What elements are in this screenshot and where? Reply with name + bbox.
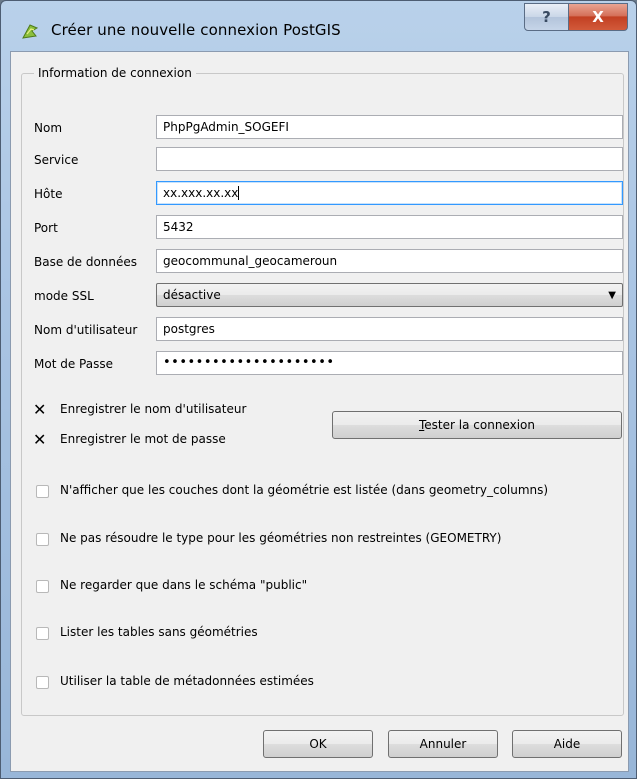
ok-button[interactable]: OK bbox=[263, 730, 373, 758]
groupbox-title: Information de connexion bbox=[34, 66, 196, 80]
estimated-metadata-label: Utiliser la table de métadonnées estimée… bbox=[60, 674, 314, 688]
close-button[interactable]: X bbox=[568, 3, 628, 31]
save-username-checkbox[interactable]: ✕ bbox=[33, 400, 47, 419]
question-icon: ? bbox=[542, 8, 551, 26]
dont-resolve-geometry-type-label: Ne pas résoudre le type pour les géométr… bbox=[60, 531, 502, 545]
public-schema-only-checkbox[interactable] bbox=[36, 580, 49, 593]
window-title: Créer une nouvelle connexion PostGIS bbox=[51, 21, 341, 39]
help-caption-button[interactable]: ? bbox=[524, 3, 569, 31]
save-password-label: Enregistrer le mot de passe bbox=[60, 432, 226, 446]
service-input[interactable] bbox=[156, 147, 623, 171]
help-button[interactable]: Aide bbox=[512, 730, 622, 758]
cancel-button[interactable]: Annuler bbox=[388, 730, 498, 758]
title-bar[interactable]: Créer une nouvelle connexion PostGIS ? X bbox=[1, 1, 636, 49]
nom-label: Nom bbox=[34, 121, 63, 135]
database-input[interactable]: geocommunal_geocameroun bbox=[156, 249, 623, 273]
username-input[interactable]: postgres bbox=[156, 317, 623, 341]
port-input[interactable]: 5432 bbox=[156, 215, 623, 239]
service-label: Service bbox=[34, 153, 79, 167]
list-tables-without-geometry-checkbox[interactable] bbox=[36, 627, 49, 640]
only-geometry-columns-checkbox[interactable] bbox=[36, 485, 49, 498]
close-icon: X bbox=[592, 8, 604, 26]
estimated-metadata-checkbox[interactable] bbox=[36, 676, 49, 689]
only-geometry-columns-label: N'afficher que les couches dont la géomé… bbox=[60, 483, 549, 497]
save-password-checkbox[interactable]: ✕ bbox=[33, 430, 47, 449]
ssl-mode-select[interactable]: désactive ▼ bbox=[156, 283, 623, 307]
text-caret bbox=[238, 186, 240, 200]
port-label: Port bbox=[34, 221, 58, 235]
dropdown-arrow-icon: ▼ bbox=[608, 290, 616, 301]
checkmark-x-icon: ✕ bbox=[33, 430, 47, 449]
dont-resolve-geometry-type-checkbox[interactable] bbox=[36, 533, 49, 546]
nom-input[interactable]: PhpPgAdmin_SOGEFI bbox=[156, 115, 623, 139]
hote-label: Hôte bbox=[34, 187, 63, 201]
public-schema-only-label: Ne regarder que dans le schéma "public" bbox=[60, 578, 308, 592]
list-tables-without-geometry-label: Lister les tables sans géométries bbox=[60, 625, 258, 639]
ssl-mode-value: désactive bbox=[163, 288, 221, 302]
database-label: Base de données bbox=[34, 255, 138, 269]
hote-value: xx.xxx.xx.xx bbox=[163, 186, 239, 200]
test-connection-button[interactable]: Tester la connexion bbox=[332, 411, 622, 439]
checkmark-x-icon: ✕ bbox=[33, 400, 47, 419]
save-username-label: Enregistrer le nom d'utilisateur bbox=[60, 402, 247, 416]
hote-input[interactable]: xx.xxx.xx.xx bbox=[156, 181, 623, 205]
password-input[interactable]: ••••••••••••••••••••• bbox=[156, 351, 623, 375]
password-label: Mot de Passe bbox=[34, 357, 113, 371]
test-button-label: ester la connexion bbox=[424, 418, 535, 432]
username-label: Nom d'utilisateur bbox=[34, 323, 138, 337]
qgis-app-icon bbox=[22, 24, 39, 39]
ssl-mode-label: mode SSL bbox=[34, 289, 94, 303]
